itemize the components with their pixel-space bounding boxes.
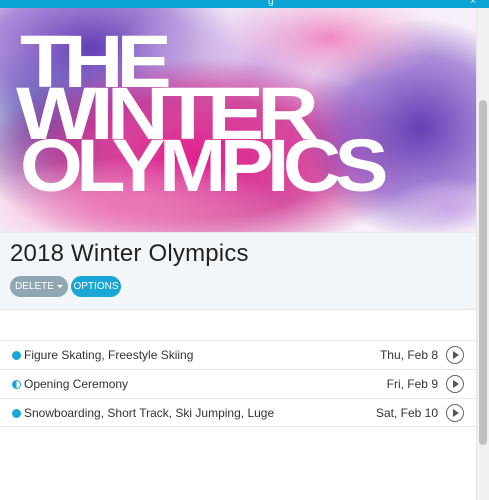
scrollbar[interactable] — [476, 8, 489, 500]
schedule-row-date: Thu, Feb 8 — [379, 348, 438, 362]
delete-button-label: DELETE — [15, 281, 54, 292]
hero-title-line3: OLYMPICS — [20, 124, 386, 207]
play-circle-icon[interactable] — [446, 375, 464, 393]
half-status-dot-icon — [12, 380, 21, 389]
status-dot-icon — [12, 351, 21, 360]
options-button[interactable]: OPTIONS — [71, 276, 121, 297]
play-circle-icon[interactable] — [446, 404, 464, 422]
event-title: 2018 Winter Olympics — [10, 240, 249, 267]
schedule-row-date: Fri, Feb 9 — [386, 377, 438, 391]
scrollbar-thumb[interactable] — [479, 100, 487, 445]
topbar-text-fragment: g — [268, 0, 274, 7]
caret-down-icon — [56, 284, 63, 288]
schedule-row-date: Sat, Feb 10 — [375, 406, 438, 420]
schedule-row-label: Opening Ceremony — [24, 377, 129, 391]
schedule-row[interactable]: Opening Ceremony Fri, Feb 9 — [0, 369, 476, 398]
schedule-row[interactable]: Figure Skating, Freestyle Skiing Thu, Fe… — [0, 340, 476, 369]
schedule-list: Figure Skating, Freestyle Skiing Thu, Fe… — [0, 340, 476, 427]
schedule-row-label: Snowboarding, Short Track, Ski Jumping, … — [24, 406, 275, 420]
event-header: 2018 Winter Olympics DELETE OPTIONS — [0, 232, 476, 310]
play-circle-icon[interactable] — [446, 346, 464, 364]
topbar-close-icon[interactable]: × — [470, 0, 476, 7]
hero-banner: THE WINTER OLYMPICS — [0, 8, 476, 232]
status-dot-icon — [12, 409, 21, 418]
schedule-row-label: Figure Skating, Freestyle Skiing — [24, 348, 194, 362]
delete-button[interactable]: DELETE — [10, 276, 68, 297]
schedule-row[interactable]: Snowboarding, Short Track, Ski Jumping, … — [0, 398, 476, 427]
top-bar: g × — [0, 0, 489, 8]
